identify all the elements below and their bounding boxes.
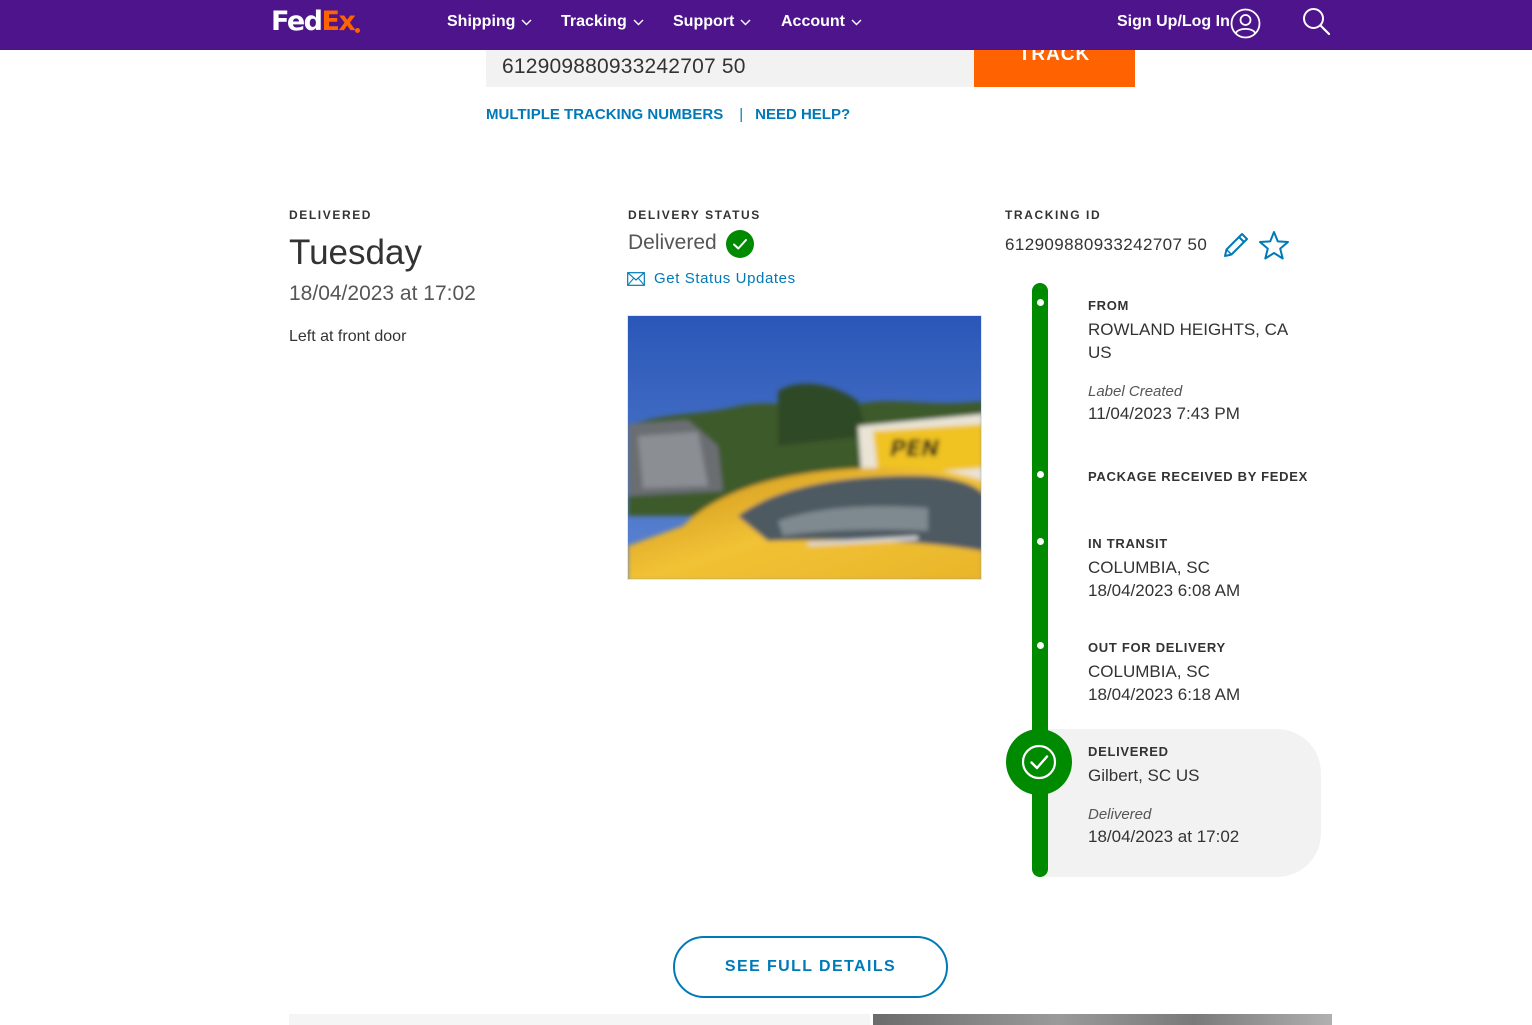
track-button[interactable]: TRACK xyxy=(974,50,1135,87)
nav-account-label: Account xyxy=(781,13,845,30)
timeline-dot-out-for-delivery xyxy=(1037,642,1044,649)
nav-shipping-label: Shipping xyxy=(447,13,516,30)
out-for-delivery-location: COLUMBIA, SC xyxy=(1088,662,1210,681)
from-location: ROWLAND HEIGHTS, CA xyxy=(1088,320,1289,339)
nav-account[interactable]: Account xyxy=(781,0,862,44)
delivery-photo-image: PEN xyxy=(628,316,981,579)
timeline-dot-received xyxy=(1037,471,1044,478)
timeline-event-in-transit: IN TRANSIT COLUMBIA, SC 18/04/2023 6:08 … xyxy=(1088,536,1240,602)
proof-of-delivery-photo[interactable]: PEN xyxy=(627,315,982,580)
out-for-delivery-datetime: 18/04/2023 6:18 AM xyxy=(1088,685,1241,704)
chevron-down-icon xyxy=(740,19,751,25)
timeline-event-received: PACKAGE RECEIVED BY FEDEX xyxy=(1088,469,1308,484)
delivered-check-icon xyxy=(1006,729,1072,795)
nav-tracking[interactable]: Tracking xyxy=(561,0,644,44)
logo-fed: Fed xyxy=(271,6,323,37)
check-circle-icon xyxy=(726,230,754,258)
nav-tracking-label: Tracking xyxy=(561,13,627,30)
svg-text:PEN: PEN xyxy=(890,437,940,462)
in-transit-datetime: 18/04/2023 6:08 AM xyxy=(1088,581,1241,600)
delivery-note: Left at front door xyxy=(289,328,407,345)
nav-support-label: Support xyxy=(673,13,735,30)
from-country: US xyxy=(1088,343,1112,362)
timeline-dot-transit xyxy=(1037,538,1044,545)
logo-ex: Ex xyxy=(321,6,356,37)
timeline-event-delivered: DELIVERED Gilbert, SC US Delivered 18/04… xyxy=(1088,744,1239,848)
timeline-event-from: FROM ROWLAND HEIGHTS, CA US Label Create… xyxy=(1088,298,1288,425)
user-icon[interactable] xyxy=(1230,8,1261,39)
final-delivered-location: Gilbert, SC US xyxy=(1088,766,1200,785)
from-heading: FROM xyxy=(1088,298,1130,313)
bottom-panel-image xyxy=(873,1014,1332,1025)
tracking-id-value: 612909880933242707 50 xyxy=(1005,235,1208,254)
star-favorite-icon[interactable] xyxy=(1258,230,1290,260)
final-delivered-heading: DELIVERED xyxy=(1088,744,1169,759)
nav-shipping[interactable]: Shipping xyxy=(447,0,532,44)
tracking-id-heading: TRACKING ID xyxy=(1005,208,1102,222)
delivered-day: Tuesday xyxy=(289,233,422,272)
sign-up-log-in-link[interactable]: Sign Up/Log In xyxy=(1117,0,1230,44)
track-button-label: TRACK xyxy=(1018,50,1091,65)
nav-support[interactable]: Support xyxy=(673,0,751,44)
chevron-down-icon xyxy=(851,19,862,25)
need-help-link[interactable]: NEED HELP? xyxy=(755,106,850,123)
see-full-details-button[interactable]: SEE FULL DETAILS xyxy=(673,936,948,998)
received-heading: PACKAGE RECEIVED BY FEDEX xyxy=(1088,469,1309,484)
chevron-down-icon xyxy=(633,19,644,25)
get-status-updates-label: Get Status Updates xyxy=(654,270,796,287)
top-navigation-bar: FedEx Shipping Tracking Support Account … xyxy=(0,0,1532,50)
tracking-number-input[interactable]: 612909880933242707 50 xyxy=(486,50,974,87)
multiple-tracking-numbers-link[interactable]: MULTIPLE TRACKING NUMBERS xyxy=(486,106,723,123)
final-delivered-datetime: 18/04/2023 at 17:02 xyxy=(1088,827,1240,846)
tracking-links: MULTIPLE TRACKING NUMBERS | NEED HELP? xyxy=(486,106,850,123)
label-created-datetime: 11/04/2023 7:43 PM xyxy=(1088,404,1240,423)
delivery-status-value: Delivered xyxy=(628,231,717,254)
envelope-icon xyxy=(627,271,645,286)
search-icon[interactable] xyxy=(1302,7,1331,36)
fedex-logo[interactable]: FedEx xyxy=(271,6,361,38)
out-for-delivery-heading: OUT FOR DELIVERY xyxy=(1088,640,1226,655)
get-status-updates-link[interactable]: Get Status Updates xyxy=(627,270,796,287)
in-transit-location: COLUMBIA, SC xyxy=(1088,558,1210,577)
chevron-down-icon xyxy=(521,19,532,25)
label-created-label: Label Created xyxy=(1088,383,1183,400)
timeline-dot-from xyxy=(1037,299,1044,306)
link-separator: | xyxy=(739,106,744,123)
delivered-datetime: 18/04/2023 at 17:02 xyxy=(289,282,476,305)
pencil-edit-icon[interactable] xyxy=(1221,230,1251,260)
timeline-event-out-for-delivery: OUT FOR DELIVERY COLUMBIA, SC 18/04/2023… xyxy=(1088,640,1240,706)
bottom-panel-left xyxy=(289,1014,870,1025)
final-delivered-label: Delivered xyxy=(1088,806,1152,823)
in-transit-heading: IN TRANSIT xyxy=(1088,536,1168,551)
delivered-heading: DELIVERED xyxy=(289,208,373,222)
logo-dot xyxy=(355,28,361,33)
delivery-status-heading: DELIVERY STATUS xyxy=(628,208,761,222)
